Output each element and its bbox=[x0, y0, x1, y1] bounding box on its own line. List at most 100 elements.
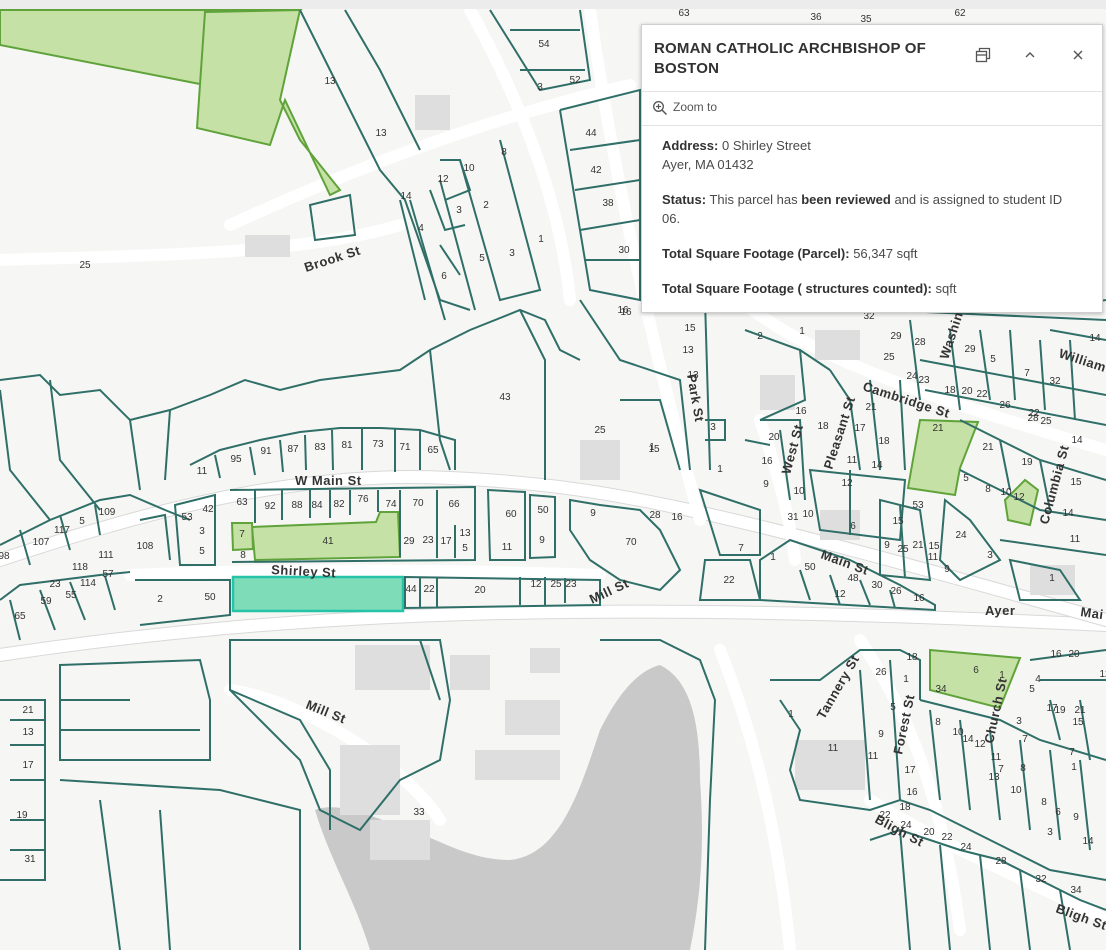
parcel-number: 12 bbox=[530, 579, 542, 590]
parcel-number: 2 bbox=[483, 200, 489, 211]
parcel-number: 55 bbox=[65, 590, 77, 601]
parcel-number: 22 bbox=[723, 575, 735, 586]
parcel-number: 30 bbox=[618, 245, 630, 256]
dock-button[interactable] bbox=[973, 47, 993, 67]
street-label-ayer: Ayer bbox=[985, 603, 1015, 618]
parcel-number: 25 bbox=[550, 579, 562, 590]
parcel-number: 9 bbox=[944, 564, 950, 575]
dock-icon bbox=[975, 47, 991, 63]
parcel-number: 25 bbox=[883, 352, 895, 363]
parcel-number: 17 bbox=[22, 760, 34, 771]
parcel-number: 3 bbox=[537, 82, 543, 93]
parcel-number: 13 bbox=[459, 528, 471, 539]
parcel-number: 3 bbox=[1047, 827, 1053, 838]
parcel-number: 9 bbox=[590, 508, 596, 519]
collapse-button[interactable] bbox=[1020, 47, 1040, 67]
parcel-number: 42 bbox=[590, 165, 602, 176]
parcel-number: 109 bbox=[99, 507, 116, 518]
struct-sqft-label: Total Square Footage ( structures counte… bbox=[662, 281, 932, 296]
parcel-number: 91 bbox=[260, 446, 272, 457]
parcel-number: 12 bbox=[1099, 669, 1106, 680]
parcel-number: 28 bbox=[914, 337, 926, 348]
parcel-number: 70 bbox=[625, 537, 637, 548]
street-label-mai: Mai bbox=[1080, 604, 1105, 622]
parcel-number: 13 bbox=[682, 345, 694, 356]
parcel-number: 5 bbox=[479, 253, 485, 264]
zoom-to-action[interactable]: Zoom to bbox=[642, 92, 1102, 126]
parcel-number: 50 bbox=[204, 592, 216, 603]
parcel-number: 17 bbox=[440, 536, 452, 547]
parcel-number: 18 bbox=[944, 385, 956, 396]
parcel-number: 3 bbox=[1016, 716, 1022, 727]
parcel-number: 7 bbox=[738, 543, 744, 554]
parcel-number: 24 bbox=[960, 842, 972, 853]
parcel-number: 14 bbox=[871, 460, 883, 471]
parcel-number: 5 bbox=[79, 516, 85, 527]
parcel-number: 34 bbox=[1070, 885, 1082, 896]
parcel-number: 108 bbox=[137, 541, 154, 552]
parcel-number: 17 bbox=[904, 765, 916, 776]
parcel-number: 16 bbox=[761, 456, 773, 467]
parcel-number: 41 bbox=[322, 536, 334, 547]
parcel-number: 7 bbox=[239, 529, 245, 540]
parcel-number: 10 bbox=[463, 163, 475, 174]
status-pre: This parcel has bbox=[709, 192, 798, 207]
parcel-number: 26 bbox=[875, 667, 887, 678]
parcel-number: 25 bbox=[594, 425, 606, 436]
street-label-washington: Washin bbox=[937, 310, 966, 361]
parcel-number: 65 bbox=[427, 445, 439, 456]
parcel-number: 31 bbox=[24, 854, 36, 865]
parcel-number: 3 bbox=[456, 205, 462, 216]
parcel-number: 14 bbox=[1089, 333, 1101, 344]
parcel-number: 21 bbox=[932, 423, 944, 434]
parcel-number: 7 bbox=[1069, 747, 1075, 758]
parcel-number: 111 bbox=[98, 550, 114, 561]
parcel-number: 11 bbox=[1070, 534, 1081, 545]
close-button[interactable] bbox=[1068, 47, 1088, 67]
parcel-number: 5 bbox=[963, 473, 969, 484]
parcel-number: 26 bbox=[890, 586, 902, 597]
parcel-number: 8 bbox=[1041, 797, 1047, 808]
status-bold: been reviewed bbox=[801, 192, 891, 207]
parcel-number: 43 bbox=[499, 392, 511, 403]
parcel-number: 25 bbox=[79, 260, 91, 271]
parcel-number: 66 bbox=[448, 499, 460, 510]
parcel-number: 114 bbox=[80, 578, 96, 589]
parcel-number: 3 bbox=[987, 550, 993, 561]
street-label-tannery: Tannery St bbox=[814, 652, 863, 721]
parcel-number: 10 bbox=[1010, 785, 1022, 796]
parcel-number: 3 bbox=[509, 248, 515, 259]
parcel-number: 11 bbox=[197, 466, 208, 477]
parcel-number: 32 bbox=[1035, 874, 1047, 885]
popup-header: ROMAN CATHOLIC ARCHBISHOP OF BOSTON bbox=[642, 25, 1102, 92]
street-label-w-main: W Main St bbox=[295, 473, 362, 488]
parcel-number: 11 bbox=[847, 455, 858, 466]
parcel-number: 5 bbox=[1029, 684, 1035, 695]
parcel-number: 19 bbox=[1054, 705, 1066, 716]
parcel-number: 22 bbox=[941, 832, 953, 843]
parcel-number: 14 bbox=[1062, 508, 1074, 519]
parcel-number: 95 bbox=[230, 454, 242, 465]
parcel-number: 21 bbox=[982, 442, 994, 453]
parcel-number: 32 bbox=[1049, 376, 1061, 387]
parcel-number: 3 bbox=[710, 422, 716, 433]
parcel-number: 11 bbox=[928, 552, 939, 563]
parcel-number: 21 bbox=[1074, 705, 1086, 716]
parcel-number: 25 bbox=[1040, 416, 1052, 427]
selected-parcel[interactable] bbox=[231, 575, 405, 613]
parcel-number: 10 bbox=[1000, 487, 1012, 498]
parcel-number: 2 bbox=[757, 331, 763, 342]
parcel-number: 76 bbox=[357, 494, 369, 505]
parcel-number: 6 bbox=[441, 271, 447, 282]
popup-title: ROMAN CATHOLIC ARCHBISHOP OF BOSTON bbox=[654, 40, 926, 77]
close-icon bbox=[1073, 50, 1083, 60]
parcel-number: 44 bbox=[585, 128, 597, 139]
street-label-william: William bbox=[1057, 346, 1106, 375]
zoom-in-icon bbox=[653, 101, 668, 116]
parcel-number: 63 bbox=[236, 497, 248, 508]
parcel-number: 16 bbox=[913, 593, 925, 604]
parcel-number: 13 bbox=[324, 76, 336, 87]
parcel-number: 9 bbox=[763, 479, 769, 490]
parcel-number: 9 bbox=[878, 729, 884, 740]
parcel-number: 15 bbox=[928, 541, 940, 552]
